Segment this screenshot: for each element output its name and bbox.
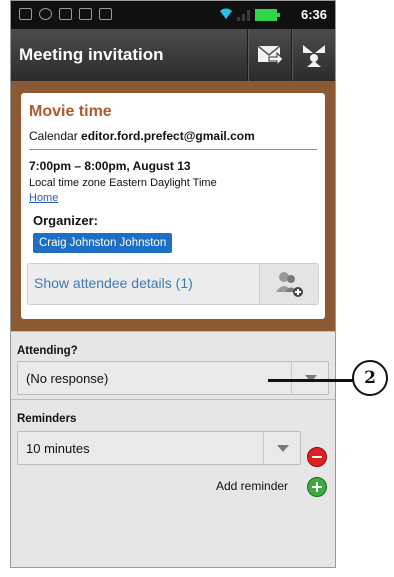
forward-button[interactable] [291, 29, 335, 81]
status-bar: 6:36 [11, 1, 335, 29]
download-icon [59, 8, 72, 20]
usb-icon [99, 8, 112, 20]
calendar-account: editor.ford.prefect@gmail.com [81, 129, 255, 143]
callout-line [268, 379, 356, 382]
callout-number: 2 [364, 368, 376, 388]
calendar-label: Calendar [29, 129, 78, 143]
reminder-select[interactable]: 10 minutes [17, 431, 301, 465]
add-reminder-label[interactable]: Add reminder [216, 479, 288, 493]
add-reminder-button[interactable] [307, 477, 327, 497]
organizer-chip[interactable]: Craig Johnston Johnston [33, 233, 173, 253]
remove-reminder-button[interactable] [307, 447, 327, 467]
reply-mail-icon [257, 45, 283, 67]
clock: 6:36 [300, 7, 327, 22]
event-time: 7:00pm – 8:00pm, August 13 [29, 159, 191, 173]
divider [29, 149, 317, 150]
timezone-label: Local time zone [29, 177, 107, 189]
attending-select[interactable]: (No response) [17, 361, 329, 395]
reminder-value: 10 minutes [26, 441, 90, 456]
timezone-value: Eastern Daylight Time [109, 177, 217, 189]
attendees-icon-zone[interactable] [259, 264, 318, 304]
section-divider [11, 399, 335, 400]
chevron-down-icon[interactable] [263, 432, 300, 464]
add-attendee-icon [276, 272, 303, 297]
reminders-label: Reminders [17, 413, 77, 425]
event-card: Movie time Calendar editor.ford.prefect@… [21, 93, 325, 319]
timezone-line: Local time zone Eastern Daylight Time [29, 177, 217, 189]
show-attendees-button[interactable]: Show attendee details (1) [27, 263, 319, 305]
event-card-frame: Movie time Calendar editor.ford.prefect@… [11, 81, 335, 331]
page-title: Meeting invitation [19, 45, 164, 64]
download-icon [79, 8, 92, 20]
event-title: Movie time [29, 103, 112, 120]
attending-value: (No response) [26, 371, 109, 386]
sync-icon [39, 8, 52, 20]
notification-icon [19, 8, 32, 20]
organizer-label: Organizer: [33, 213, 99, 228]
phone-screen: 6:36 Meeting invitation Movie time Calen… [10, 0, 336, 568]
chevron-down-icon[interactable] [291, 362, 328, 394]
signal-icon [237, 10, 250, 21]
callout-badge: 2 [352, 360, 388, 396]
title-bar: Meeting invitation [11, 29, 335, 82]
battery-icon [255, 9, 280, 21]
section-divider [11, 331, 335, 332]
forward-icon [303, 45, 325, 67]
wifi-icon [220, 8, 232, 19]
reply-button[interactable] [247, 29, 292, 81]
location-link[interactable]: Home [29, 192, 58, 204]
attending-label: Attending? [17, 345, 78, 357]
attendees-label: Show attendee details (1) [34, 275, 193, 291]
calendar-line: Calendar editor.ford.prefect@gmail.com [29, 129, 255, 143]
